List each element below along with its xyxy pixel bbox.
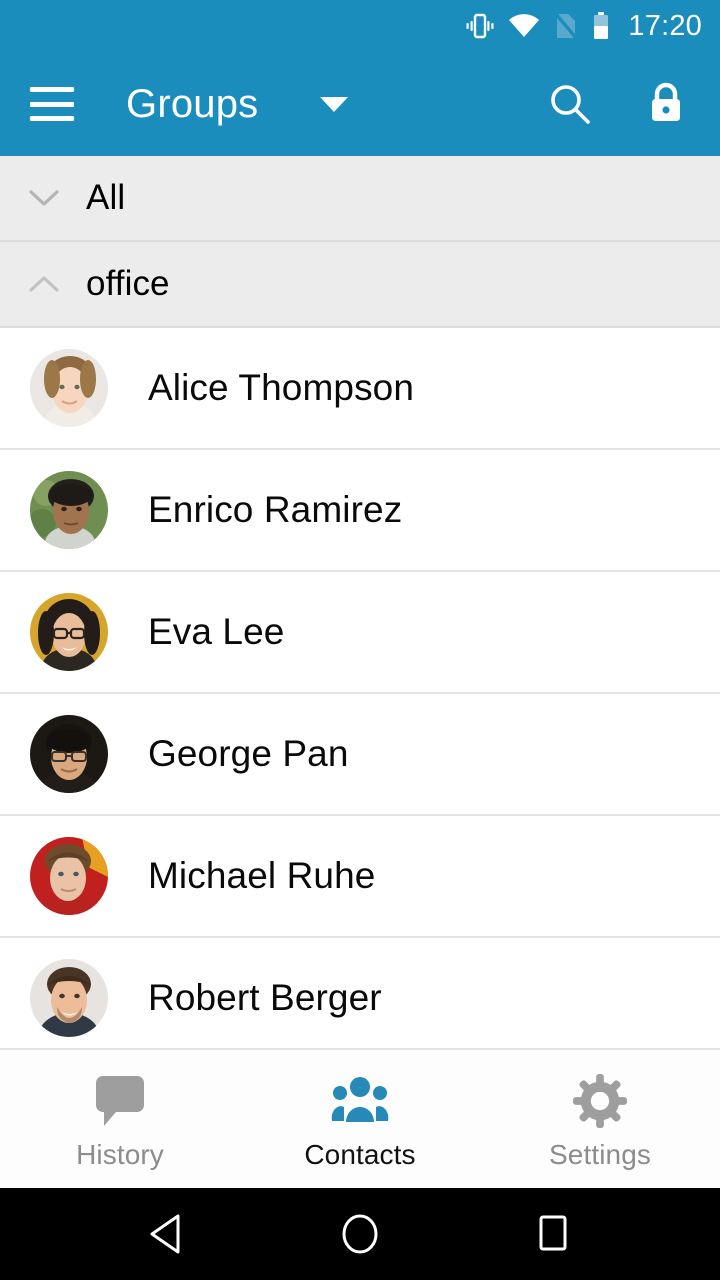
contact-row[interactable]: George Pan: [0, 694, 720, 816]
chevron-down-icon: [24, 178, 64, 218]
contact-row[interactable]: Alice Thompson: [0, 328, 720, 450]
tab-label: Settings: [549, 1139, 651, 1170]
group-header-all[interactable]: All: [0, 156, 720, 242]
contact-name: Enrico Ramirez: [148, 489, 403, 530]
tab-label: History: [76, 1139, 164, 1170]
contacts-list[interactable]: All office Alice Thompson Enrico Ramirez…: [0, 156, 720, 1048]
contact-name: Michael Ruhe: [148, 855, 376, 896]
group-label: office: [86, 264, 170, 303]
bottom-tab-bar: History Contacts Settings: [0, 1048, 720, 1188]
contact-row[interactable]: Eva Lee: [0, 572, 720, 694]
avatar-enrico-ramirez: [30, 471, 108, 549]
phone-screen: 17:20 Groups All office Alice Thompson E…: [0, 0, 720, 1280]
tab-label: Contacts: [304, 1139, 416, 1170]
search-icon[interactable]: [538, 72, 602, 136]
contact-name: George Pan: [148, 733, 349, 774]
group-header-office[interactable]: office: [0, 242, 720, 328]
people-group-icon: [331, 1073, 389, 1129]
chevron-down-icon[interactable]: [320, 96, 349, 112]
tab-contacts[interactable]: Contacts: [240, 1050, 480, 1188]
status-bar-clock: 17:20: [628, 9, 702, 42]
contact-name: Eva Lee: [148, 611, 285, 652]
contact-name: Robert Berger: [148, 977, 382, 1018]
hamburger-menu-icon[interactable]: [30, 87, 74, 121]
back-triangle-icon[interactable]: [127, 1204, 207, 1264]
tab-history[interactable]: History: [0, 1050, 240, 1188]
avatar-eva-lee: [30, 593, 108, 671]
tab-settings[interactable]: Settings: [480, 1050, 720, 1188]
wifi-icon: [508, 13, 540, 39]
home-circle-icon[interactable]: [320, 1204, 400, 1264]
gear-icon: [572, 1073, 628, 1129]
android-navigation-bar: [0, 1188, 720, 1280]
no-sim-icon: [553, 11, 579, 41]
avatar-alice-thompson: [30, 349, 108, 427]
page-title: Groups: [126, 81, 259, 126]
avatar-george-pan: [30, 715, 108, 793]
app-bar: Groups: [0, 52, 720, 156]
contact-row[interactable]: Michael Ruhe: [0, 816, 720, 938]
avatar-robert-berger: [30, 959, 108, 1037]
contact-row[interactable]: Enrico Ramirez: [0, 450, 720, 572]
lock-icon[interactable]: [634, 72, 698, 136]
battery-icon: [592, 11, 610, 41]
recents-square-icon[interactable]: [513, 1204, 593, 1264]
contact-row[interactable]: Robert Berger: [0, 938, 720, 1048]
avatar-michael-ruhe: [30, 837, 108, 915]
status-bar: 17:20: [0, 0, 720, 52]
group-label: All: [86, 178, 126, 217]
vibrate-icon: [465, 11, 495, 41]
contact-name: Alice Thompson: [148, 367, 415, 408]
chevron-up-icon: [24, 264, 64, 304]
speech-bubble-icon: [92, 1073, 148, 1129]
